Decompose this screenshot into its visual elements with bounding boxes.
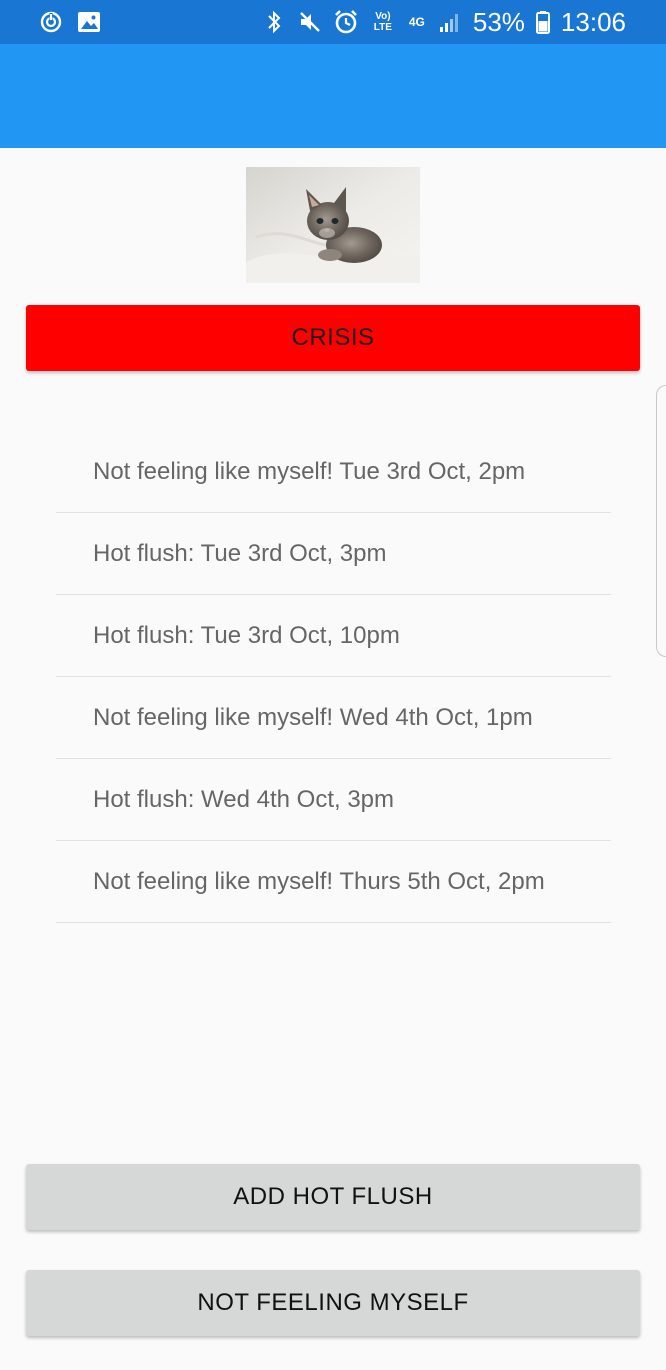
- kitten-image: [246, 167, 420, 283]
- list-item[interactable]: Hot flush: Wed 4th Oct, 3pm: [56, 759, 611, 841]
- list-item[interactable]: Not feeling like myself! Thurs 5th Oct, …: [56, 841, 611, 923]
- battery-icon: [535, 8, 551, 36]
- image-icon: [76, 8, 102, 36]
- mute-icon: [297, 8, 323, 36]
- signal-icon: [437, 8, 463, 36]
- add-hot-flush-button[interactable]: ADD HOT FLUSH: [26, 1164, 640, 1230]
- list-item[interactable]: Hot flush: Tue 3rd Oct, 3pm: [56, 513, 611, 595]
- volte-icon: Vo) LTE: [373, 11, 392, 33]
- list-item[interactable]: Not feeling like myself! Tue 3rd Oct, 2p…: [56, 431, 611, 513]
- status-bar-left: [38, 8, 102, 36]
- list-item[interactable]: Hot flush: Tue 3rd Oct, 10pm: [56, 595, 611, 677]
- app-bar: [0, 44, 666, 148]
- symptom-log-list: Not feeling like myself! Tue 3rd Oct, 2p…: [56, 431, 611, 923]
- list-item[interactable]: Not feeling like myself! Wed 4th Oct, 1p…: [56, 677, 611, 759]
- edge-panel-handle[interactable]: [656, 385, 666, 657]
- not-feeling-myself-button[interactable]: NOT FEELING MYSELF: [26, 1270, 640, 1336]
- status-bar-right: Vo) LTE 4G 53% 13:06: [261, 6, 626, 38]
- alarm-icon: [333, 8, 359, 36]
- sync-icon: [38, 8, 64, 36]
- clock: 13:06: [560, 7, 626, 37]
- network-4g-icon: 4G: [408, 15, 425, 29]
- battery-percent: 53%: [472, 7, 525, 37]
- crisis-button[interactable]: CRISIS: [26, 305, 640, 371]
- bluetooth-icon: [261, 8, 287, 36]
- status-bar: Vo) LTE 4G 53% 13:06: [0, 0, 666, 44]
